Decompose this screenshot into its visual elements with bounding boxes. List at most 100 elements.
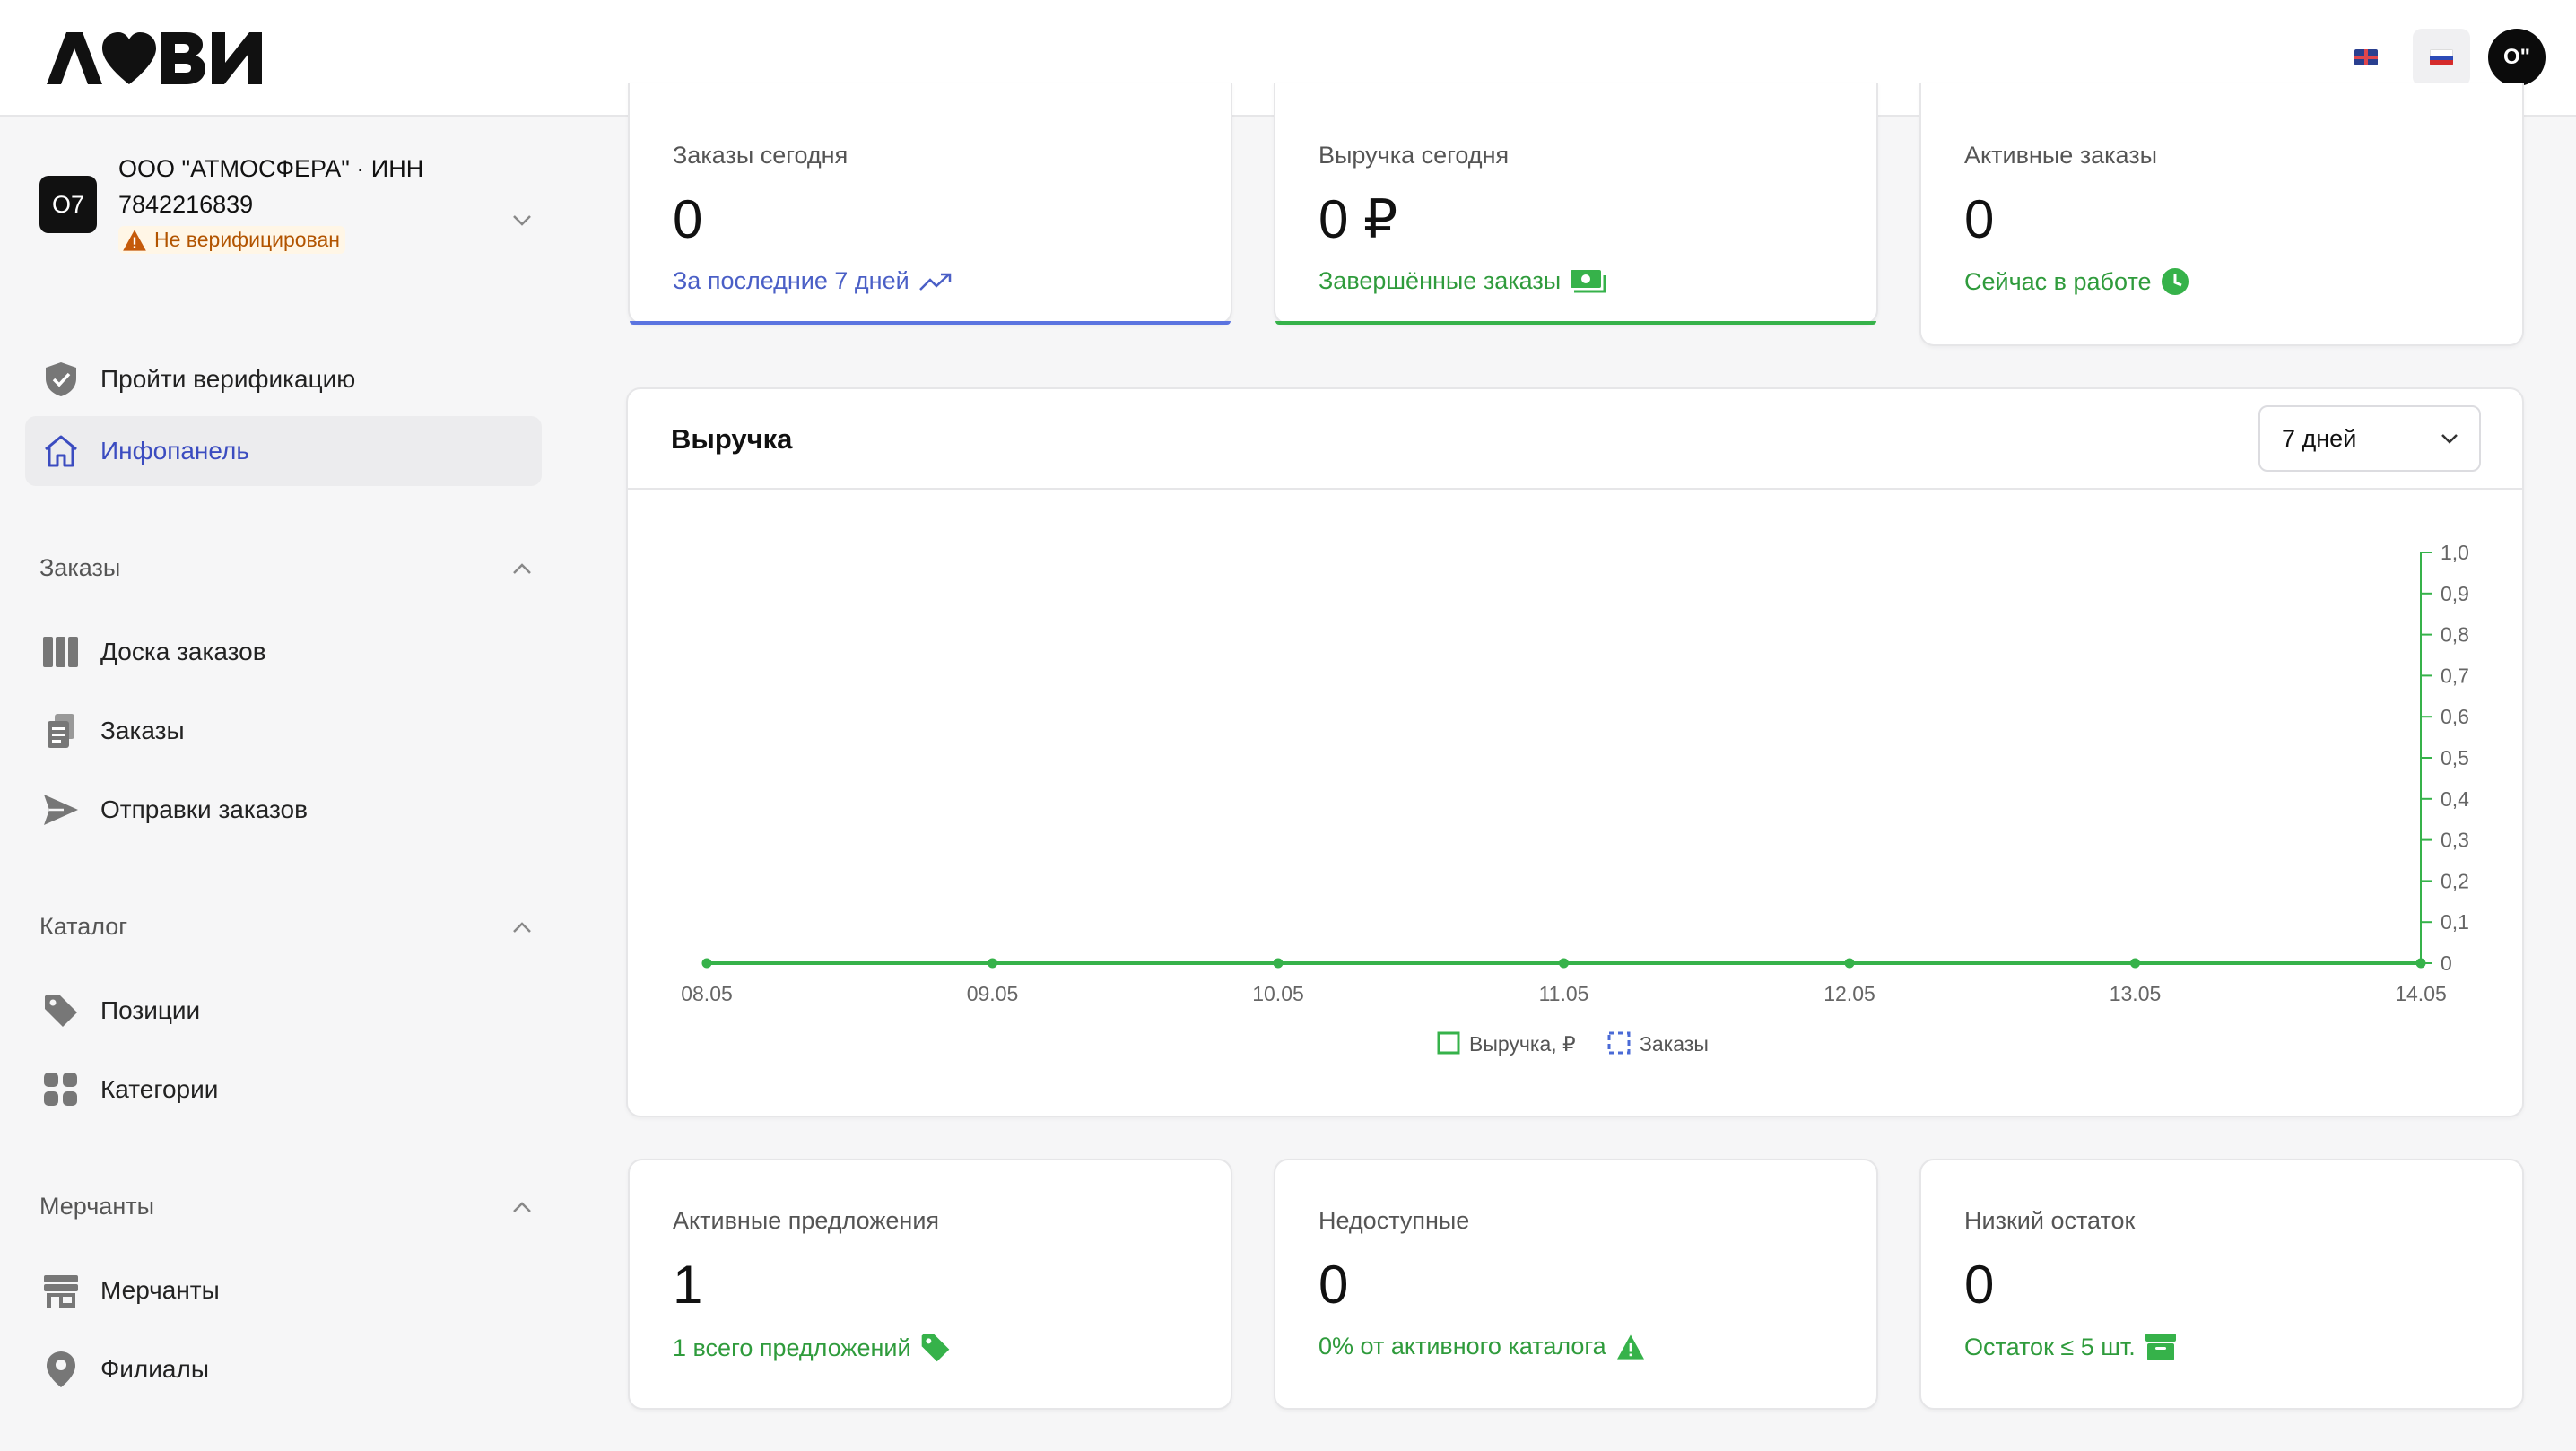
y-tick-label: 0,7 — [2441, 664, 2469, 687]
y-tick-label: 0,3 — [2441, 829, 2469, 852]
stat-sub: 0% от активного каталога — [1318, 1333, 1646, 1360]
tag-icon — [41, 991, 81, 1030]
y-tick-label: 0,4 — [2441, 787, 2469, 811]
send-icon — [41, 790, 81, 830]
x-tick-label: 12.05 — [1823, 982, 1875, 1005]
y-tick-label: 0,2 — [2441, 869, 2469, 892]
revenue-chart: 0 0,1 0,2 0,3 0,4 0,5 0,6 0,7 0,8 0,9 1,0 08.05 09.0… — [681, 541, 2469, 1056]
section-merchants-header[interactable]: Мерчанты — [39, 1193, 533, 1221]
y-tick-label: 0,6 — [2441, 705, 2469, 728]
store-icon — [41, 1271, 81, 1310]
y-tick-label: 0,5 — [2441, 746, 2469, 769]
legend-label-orders: Заказы — [1640, 1032, 1709, 1056]
section-orders-header[interactable]: Заказы — [39, 554, 533, 582]
y-tick-label: 0,9 — [2441, 582, 2469, 605]
data-point — [2130, 958, 2140, 969]
lang-ru-button[interactable] — [2413, 29, 2470, 86]
revenue-chart-card: Выручка 7 дней 0 0,1 0,2 0,3 0,4 0,5 0,6 0,7 0,8… — [626, 387, 2524, 1117]
sidebar-item-positions[interactable]: Позиции — [25, 976, 542, 1046]
archive-icon — [2145, 1334, 2176, 1360]
stat-label: Активные предложения — [673, 1207, 940, 1234]
sidebar-item-merchants[interactable]: Мерчанты — [25, 1256, 542, 1325]
card-accent-bar — [630, 321, 1231, 325]
uk-flag-icon — [2354, 49, 2378, 65]
stat-sub: 1 всего предложений — [673, 1333, 951, 1363]
data-point — [701, 958, 712, 969]
stat-value: 0 — [1964, 1255, 1995, 1315]
tag-icon — [921, 1334, 949, 1362]
stat-value: 0 — [673, 189, 703, 249]
legend-swatch-orders — [1607, 1031, 1631, 1055]
stat-sub: Сейчас в работе — [1964, 267, 2189, 296]
stat-sub-text: 0% от активного каталога — [1318, 1333, 1606, 1360]
stat-card-orders-today: Заказы сегодня 0 За последние 7 дней — [628, 83, 1232, 325]
sidebar-item-orders[interactable]: Заказы — [25, 696, 542, 766]
logo[interactable] — [47, 28, 271, 87]
grid-icon — [41, 1070, 81, 1109]
sidebar-item-label: Категории — [100, 1075, 219, 1103]
cash-icon — [1571, 269, 1606, 292]
clock-icon — [2161, 268, 2189, 295]
stat-card-active-orders: Активные заказы 0 Сейчас в работе — [1919, 83, 2524, 346]
sidebar: O7 ООО "АТМОСФЕРА" · ИНН 7842216839 Не в… — [0, 118, 574, 1451]
stat-sub-text: Завершённые заказы — [1318, 267, 1562, 294]
warning-icon — [1616, 1334, 1644, 1360]
sidebar-item-dashboard[interactable]: Инфопанель — [25, 416, 542, 486]
data-point — [1273, 958, 1284, 969]
chevron-up-icon — [513, 921, 531, 933]
stat-label: Активные заказы — [1964, 142, 2158, 169]
stat-card-unavailable: Недоступные 0 0% от активного каталога — [1274, 1159, 1878, 1410]
columns-icon — [41, 632, 81, 672]
section-catalog-header[interactable]: Каталог — [39, 913, 533, 941]
chevron-down-icon — [511, 213, 533, 232]
stat-value: 1 — [673, 1255, 703, 1315]
company-name: ООО "АТМОСФЕРА" · ИНН 7842216839 — [118, 155, 424, 218]
documents-icon — [41, 711, 81, 751]
x-tick-label: 10.05 — [1252, 982, 1304, 1005]
trending-up-icon — [918, 273, 951, 291]
sidebar-item-shipments[interactable]: Отправки заказов — [25, 775, 542, 845]
x-tick-label: 13.05 — [2110, 982, 2162, 1005]
stat-label: Низкий остаток — [1964, 1207, 2136, 1234]
section-title: Каталог — [39, 913, 128, 940]
header-actions: O" — [2337, 29, 2546, 86]
x-tick-label: 09.05 — [967, 982, 1019, 1005]
card-accent-bar — [1275, 321, 1876, 325]
verification-status-badge: Не верифицирован — [118, 226, 346, 254]
data-point — [1559, 958, 1569, 969]
y-tick-label: 0 — [2441, 951, 2452, 975]
y-tick-label: 0,1 — [2441, 910, 2469, 934]
y-tick-label: 0,8 — [2441, 623, 2469, 647]
shield-check-icon — [41, 360, 81, 399]
data-point — [1844, 958, 1855, 969]
stat-sub: Остаток ≤ 5 шт. — [1964, 1333, 2177, 1361]
sidebar-item-categories[interactable]: Категории — [25, 1055, 542, 1125]
y-tick-label: 1,0 — [2441, 541, 2469, 564]
home-icon — [41, 431, 81, 471]
data-point — [988, 958, 997, 969]
lang-en-button[interactable] — [2337, 29, 2395, 86]
section-title: Мерчанты — [39, 1193, 154, 1220]
sidebar-item-verify[interactable]: Пройти верификацию — [25, 344, 542, 414]
stat-card-low-stock: Низкий остаток 0 Остаток ≤ 5 шт. — [1919, 1159, 2524, 1410]
company-switcher[interactable]: O7 ООО "АТМОСФЕРА" · ИНН 7842216839 Не в… — [39, 151, 542, 256]
ru-flag-icon — [2430, 49, 2453, 65]
sidebar-item-label: Заказы — [100, 717, 185, 744]
x-tick-label: 11.05 — [1539, 982, 1589, 1005]
sidebar-item-label: Мерчанты — [100, 1276, 220, 1304]
chevron-up-icon — [513, 1201, 531, 1212]
sidebar-item-branches[interactable]: Филиалы — [25, 1334, 542, 1404]
stat-value: 0 — [1964, 189, 1995, 249]
stat-sub-text: Остаток ≤ 5 шт. — [1964, 1333, 2136, 1360]
stat-sub-text: 1 всего предложений — [673, 1334, 911, 1361]
warning-icon — [123, 229, 146, 251]
sidebar-item-label: Отправки заказов — [100, 795, 308, 823]
location-pin-icon — [41, 1350, 81, 1389]
x-tick-label: 14.05 — [2395, 982, 2447, 1005]
chevron-up-icon — [513, 562, 531, 574]
stat-sub: Завершённые заказы — [1318, 267, 1606, 295]
sidebar-item-orders-board[interactable]: Доска заказов — [25, 617, 542, 687]
user-avatar[interactable]: O" — [2488, 29, 2546, 86]
stat-value: 0 — [1318, 1255, 1349, 1315]
company-info: ООО "АТМОСФЕРА" · ИНН 7842216839 Не вери… — [118, 151, 486, 256]
